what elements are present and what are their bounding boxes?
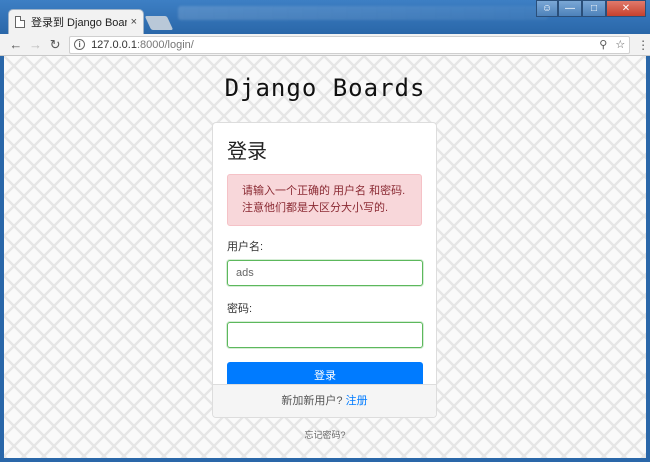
browser-toolbar: ← → ↻ i 127.0.0.1:8000/login/ ⚲ ☆ ⋮ (0, 34, 650, 56)
page-viewport: Django Boards 登录 请输入一个正确的 用户名 和密码. 注意他们都… (4, 56, 646, 458)
error-alert: 请输入一个正确的 用户名 和密码. 注意他们都是大区分大小写的. (227, 174, 422, 226)
signup-link[interactable]: 注册 (346, 395, 368, 407)
card-footer: 新加新用户? 注册 (213, 384, 436, 417)
background-tabs (178, 6, 548, 20)
error-line-2: 注意他们都是大区分大小写的. (242, 202, 389, 214)
info-icon[interactable]: i (74, 39, 86, 50)
maximize-button[interactable]: □ (582, 0, 606, 17)
signup-prompt: 新加新用户? (281, 395, 343, 407)
back-arrow-icon[interactable]: ← (6, 35, 26, 55)
login-card: 登录 请输入一个正确的 用户名 和密码. 注意他们都是大区分大小写的. 用户名:… (212, 122, 437, 418)
password-input[interactable] (227, 322, 423, 348)
forward-arrow-icon[interactable]: → (26, 35, 46, 55)
address-bar[interactable]: i 127.0.0.1:8000/login/ ⚲ ☆ (69, 35, 631, 54)
tab-title: 登录到 Django Boards (31, 17, 127, 29)
window-controls: ☺ — □ ✕ (536, 0, 646, 17)
user-icon[interactable]: ☺ (536, 0, 558, 17)
title-bar: 登录到 Django Boards × ☺ — □ ✕ (0, 0, 650, 34)
error-line-1: 请输入一个正确的 用户名 和密码. (242, 185, 406, 197)
bookmark-star-icon[interactable]: ☆ (615, 38, 625, 51)
url-text[interactable]: 127.0.0.1:8000/login/ (91, 39, 591, 51)
page-icon (15, 16, 25, 28)
menu-icon[interactable]: ⋮ (636, 38, 650, 52)
key-icon[interactable]: ⚲ (599, 38, 607, 51)
url-path: :8000/login/ (136, 38, 194, 51)
username-label: 用户名: (227, 241, 264, 253)
login-heading: 登录 (227, 139, 267, 163)
window-frame-bottom (0, 458, 650, 462)
reload-icon[interactable]: ↻ (45, 35, 65, 55)
close-tab-icon[interactable]: × (131, 16, 137, 28)
browser-tab[interactable]: 登录到 Django Boards × (8, 9, 144, 34)
minimize-button[interactable]: — (558, 0, 582, 17)
forgot-password-link[interactable]: 忘记密码? (4, 428, 646, 441)
new-tab-button[interactable] (144, 16, 174, 30)
window-frame-right (646, 56, 650, 462)
close-window-button[interactable]: ✕ (606, 0, 646, 17)
url-host: 127.0.0.1 (91, 38, 137, 51)
password-label: 密码: (227, 303, 253, 315)
brand-title[interactable]: Django Boards (4, 74, 646, 102)
username-input[interactable] (227, 260, 423, 286)
